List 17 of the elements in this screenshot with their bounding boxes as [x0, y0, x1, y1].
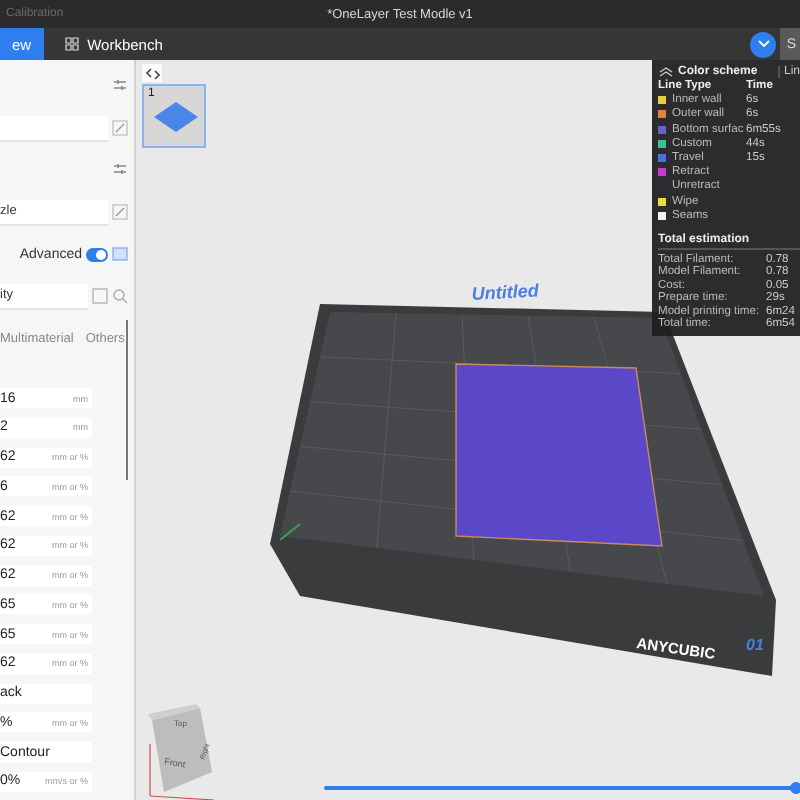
edit-icon[interactable] — [112, 120, 128, 136]
collapse-icon[interactable] — [658, 63, 674, 79]
layer-slider[interactable] — [324, 785, 796, 790]
dropdown-button[interactable] — [750, 31, 777, 57]
settings-icon[interactable] — [112, 78, 128, 94]
chevron-icon — [757, 40, 770, 48]
plate-preview-icon — [154, 102, 198, 132]
settings-icon[interactable] — [112, 162, 128, 178]
toggle-switch[interactable] — [86, 247, 108, 261]
text-field[interactable] — [0, 115, 108, 141]
code-arrows-icon — [145, 67, 159, 79]
grid-icon — [63, 36, 80, 52]
scrollbar[interactable] — [125, 320, 128, 480]
collapse-button[interactable] — [142, 64, 162, 82]
search-icon[interactable] — [112, 288, 128, 304]
slider-handle[interactable] — [790, 781, 800, 793]
edit-icon[interactable] — [112, 204, 128, 220]
